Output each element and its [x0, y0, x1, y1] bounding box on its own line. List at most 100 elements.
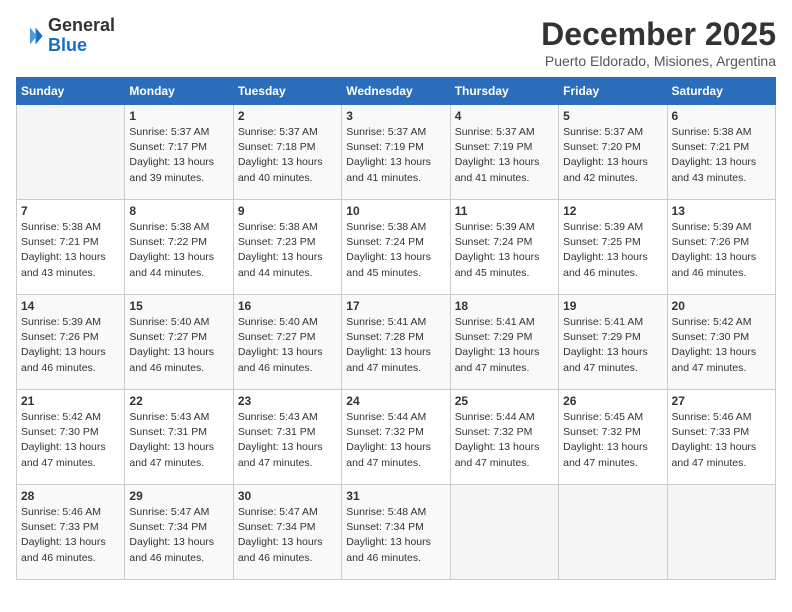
- month-title: December 2025: [541, 16, 776, 53]
- day-number: 27: [672, 394, 771, 408]
- calendar-cell: 24 Sunrise: 5:44 AMSunset: 7:32 PMDayligh…: [342, 390, 450, 485]
- logo-blue: Blue: [48, 35, 87, 55]
- day-number: 2: [238, 109, 337, 123]
- day-info: Sunrise: 5:45 AMSunset: 7:32 PMDaylight:…: [563, 410, 662, 471]
- calendar-cell: 23 Sunrise: 5:43 AMSunset: 7:31 PMDayligh…: [233, 390, 341, 485]
- day-number: 5: [563, 109, 662, 123]
- day-of-week-header: Tuesday: [233, 78, 341, 105]
- day-info: Sunrise: 5:41 AMSunset: 7:29 PMDaylight:…: [563, 315, 662, 376]
- day-info: Sunrise: 5:37 AMSunset: 7:19 PMDaylight:…: [346, 125, 445, 186]
- day-number: 30: [238, 489, 337, 503]
- page-header: General Blue December 2025 Puerto Eldora…: [16, 16, 776, 69]
- calendar-cell: 13 Sunrise: 5:39 AMSunset: 7:26 PMDayligh…: [667, 200, 775, 295]
- day-number: 6: [672, 109, 771, 123]
- day-number: 3: [346, 109, 445, 123]
- day-info: Sunrise: 5:46 AMSunset: 7:33 PMDaylight:…: [21, 505, 120, 566]
- day-info: Sunrise: 5:38 AMSunset: 7:21 PMDaylight:…: [672, 125, 771, 186]
- calendar-cell: 22 Sunrise: 5:43 AMSunset: 7:31 PMDayligh…: [125, 390, 233, 485]
- day-info: Sunrise: 5:43 AMSunset: 7:31 PMDaylight:…: [238, 410, 337, 471]
- calendar-cell: 8Sunrise: 5:38 AMSunset: 7:22 PMDaylight…: [125, 200, 233, 295]
- day-info: Sunrise: 5:44 AMSunset: 7:32 PMDaylight:…: [346, 410, 445, 471]
- calendar-cell: [450, 485, 558, 580]
- day-number: 13: [672, 204, 771, 218]
- day-number: 18: [455, 299, 554, 313]
- day-number: 7: [21, 204, 120, 218]
- calendar-cell: 9Sunrise: 5:38 AMSunset: 7:23 PMDaylight…: [233, 200, 341, 295]
- day-info: Sunrise: 5:39 AMSunset: 7:26 PMDaylight:…: [672, 220, 771, 281]
- day-info: Sunrise: 5:38 AMSunset: 7:24 PMDaylight:…: [346, 220, 445, 281]
- day-info: Sunrise: 5:39 AMSunset: 7:24 PMDaylight:…: [455, 220, 554, 281]
- calendar-week-row: 21Sunrise: 5:42 AMSunset: 7:30 PMDayligh…: [17, 390, 776, 485]
- calendar-cell: 18Sunrise: 5:41 AMSunset: 7:29 PMDayligh…: [450, 295, 558, 390]
- day-number: 14: [21, 299, 120, 313]
- day-number: 17: [346, 299, 445, 313]
- calendar-cell: 25Sunrise: 5:44 AMSunset: 7:32 PMDayligh…: [450, 390, 558, 485]
- day-info: Sunrise: 5:46 AMSunset: 7:33 PMDaylight:…: [672, 410, 771, 471]
- day-info: Sunrise: 5:40 AMSunset: 7:27 PMDaylight:…: [129, 315, 228, 376]
- calendar-cell: 27 Sunrise: 5:46 AMSunset: 7:33 PMDayligh…: [667, 390, 775, 485]
- calendar-cell: 16Sunrise: 5:40 AMSunset: 7:27 PMDayligh…: [233, 295, 341, 390]
- day-number: 22: [129, 394, 228, 408]
- calendar-cell: 21Sunrise: 5:42 AMSunset: 7:30 PMDayligh…: [17, 390, 125, 485]
- calendar-cell: 31 Sunrise: 5:48 AMSunset: 7:34 PMDayligh…: [342, 485, 450, 580]
- day-info: Sunrise: 5:43 AMSunset: 7:31 PMDaylight:…: [129, 410, 228, 471]
- day-info: Sunrise: 5:42 AMSunset: 7:30 PMDaylight:…: [21, 410, 120, 471]
- day-number: 16: [238, 299, 337, 313]
- day-of-week-header: Thursday: [450, 78, 558, 105]
- calendar-cell: 29 Sunrise: 5:47 AMSunset: 7:34 PMDayligh…: [125, 485, 233, 580]
- calendar-cell: 15Sunrise: 5:40 AMSunset: 7:27 PMDayligh…: [125, 295, 233, 390]
- calendar-cell: [17, 105, 125, 200]
- calendar-cell: 1 Sunrise: 5:37 AMSunset: 7:17 PMDaylight…: [125, 105, 233, 200]
- day-number: 19: [563, 299, 662, 313]
- calendar-cell: 5 Sunrise: 5:37 AMSunset: 7:20 PMDaylight…: [559, 105, 667, 200]
- calendar-cell: 19 Sunrise: 5:41 AMSunset: 7:29 PMDayligh…: [559, 295, 667, 390]
- calendar-cell: 28 Sunrise: 5:46 AMSunset: 7:33 PMDayligh…: [17, 485, 125, 580]
- calendar-cell: 26 Sunrise: 5:45 AMSunset: 7:32 PMDayligh…: [559, 390, 667, 485]
- calendar-cell: 20 Sunrise: 5:42 AMSunset: 7:30 PMDayligh…: [667, 295, 775, 390]
- day-info: Sunrise: 5:38 AMSunset: 7:22 PMDaylight:…: [129, 220, 228, 281]
- calendar-cell: [667, 485, 775, 580]
- calendar-cell: 12 Sunrise: 5:39 AMSunset: 7:25 PMDayligh…: [559, 200, 667, 295]
- logo: General Blue: [16, 16, 115, 56]
- day-number: 23: [238, 394, 337, 408]
- day-of-week-header: Sunday: [17, 78, 125, 105]
- calendar-cell: 2 Sunrise: 5:37 AMSunset: 7:18 PMDaylight…: [233, 105, 341, 200]
- calendar-cell: 17 Sunrise: 5:41 AMSunset: 7:28 PMDayligh…: [342, 295, 450, 390]
- day-number: 24: [346, 394, 445, 408]
- day-info: Sunrise: 5:39 AMSunset: 7:25 PMDaylight:…: [563, 220, 662, 281]
- day-info: Sunrise: 5:42 AMSunset: 7:30 PMDaylight:…: [672, 315, 771, 376]
- calendar-cell: 4Sunrise: 5:37 AMSunset: 7:19 PMDaylight…: [450, 105, 558, 200]
- day-number: 29: [129, 489, 228, 503]
- day-of-week-header: Wednesday: [342, 78, 450, 105]
- day-info: Sunrise: 5:41 AMSunset: 7:28 PMDaylight:…: [346, 315, 445, 376]
- day-number: 11: [455, 204, 554, 218]
- day-info: Sunrise: 5:47 AMSunset: 7:34 PMDaylight:…: [129, 505, 228, 566]
- calendar-cell: 7Sunrise: 5:38 AMSunset: 7:21 PMDaylight…: [17, 200, 125, 295]
- day-number: 10: [346, 204, 445, 218]
- day-number: 26: [563, 394, 662, 408]
- day-of-week-header: Friday: [559, 78, 667, 105]
- day-number: 31: [346, 489, 445, 503]
- day-number: 25: [455, 394, 554, 408]
- day-info: Sunrise: 5:37 AMSunset: 7:17 PMDaylight:…: [129, 125, 228, 186]
- day-number: 28: [21, 489, 120, 503]
- day-number: 1: [129, 109, 228, 123]
- location: Puerto Eldorado, Misiones, Argentina: [541, 53, 776, 69]
- day-number: 12: [563, 204, 662, 218]
- day-of-week-header: Saturday: [667, 78, 775, 105]
- day-info: Sunrise: 5:48 AMSunset: 7:34 PMDaylight:…: [346, 505, 445, 566]
- day-number: 20: [672, 299, 771, 313]
- logo-general: General: [48, 15, 115, 35]
- day-info: Sunrise: 5:47 AMSunset: 7:34 PMDaylight:…: [238, 505, 337, 566]
- day-info: Sunrise: 5:39 AMSunset: 7:26 PMDaylight:…: [21, 315, 120, 376]
- calendar-cell: 10 Sunrise: 5:38 AMSunset: 7:24 PMDayligh…: [342, 200, 450, 295]
- day-number: 4: [455, 109, 554, 123]
- calendar-week-row: 1 Sunrise: 5:37 AMSunset: 7:17 PMDaylight…: [17, 105, 776, 200]
- calendar-cell: 6 Sunrise: 5:38 AMSunset: 7:21 PMDaylight…: [667, 105, 775, 200]
- calendar-cell: 14 Sunrise: 5:39 AMSunset: 7:26 PMDayligh…: [17, 295, 125, 390]
- calendar-week-row: 7Sunrise: 5:38 AMSunset: 7:21 PMDaylight…: [17, 200, 776, 295]
- logo-text: General Blue: [48, 16, 115, 56]
- day-info: Sunrise: 5:37 AMSunset: 7:18 PMDaylight:…: [238, 125, 337, 186]
- day-info: Sunrise: 5:38 AMSunset: 7:23 PMDaylight:…: [238, 220, 337, 281]
- day-info: Sunrise: 5:37 AMSunset: 7:20 PMDaylight:…: [563, 125, 662, 186]
